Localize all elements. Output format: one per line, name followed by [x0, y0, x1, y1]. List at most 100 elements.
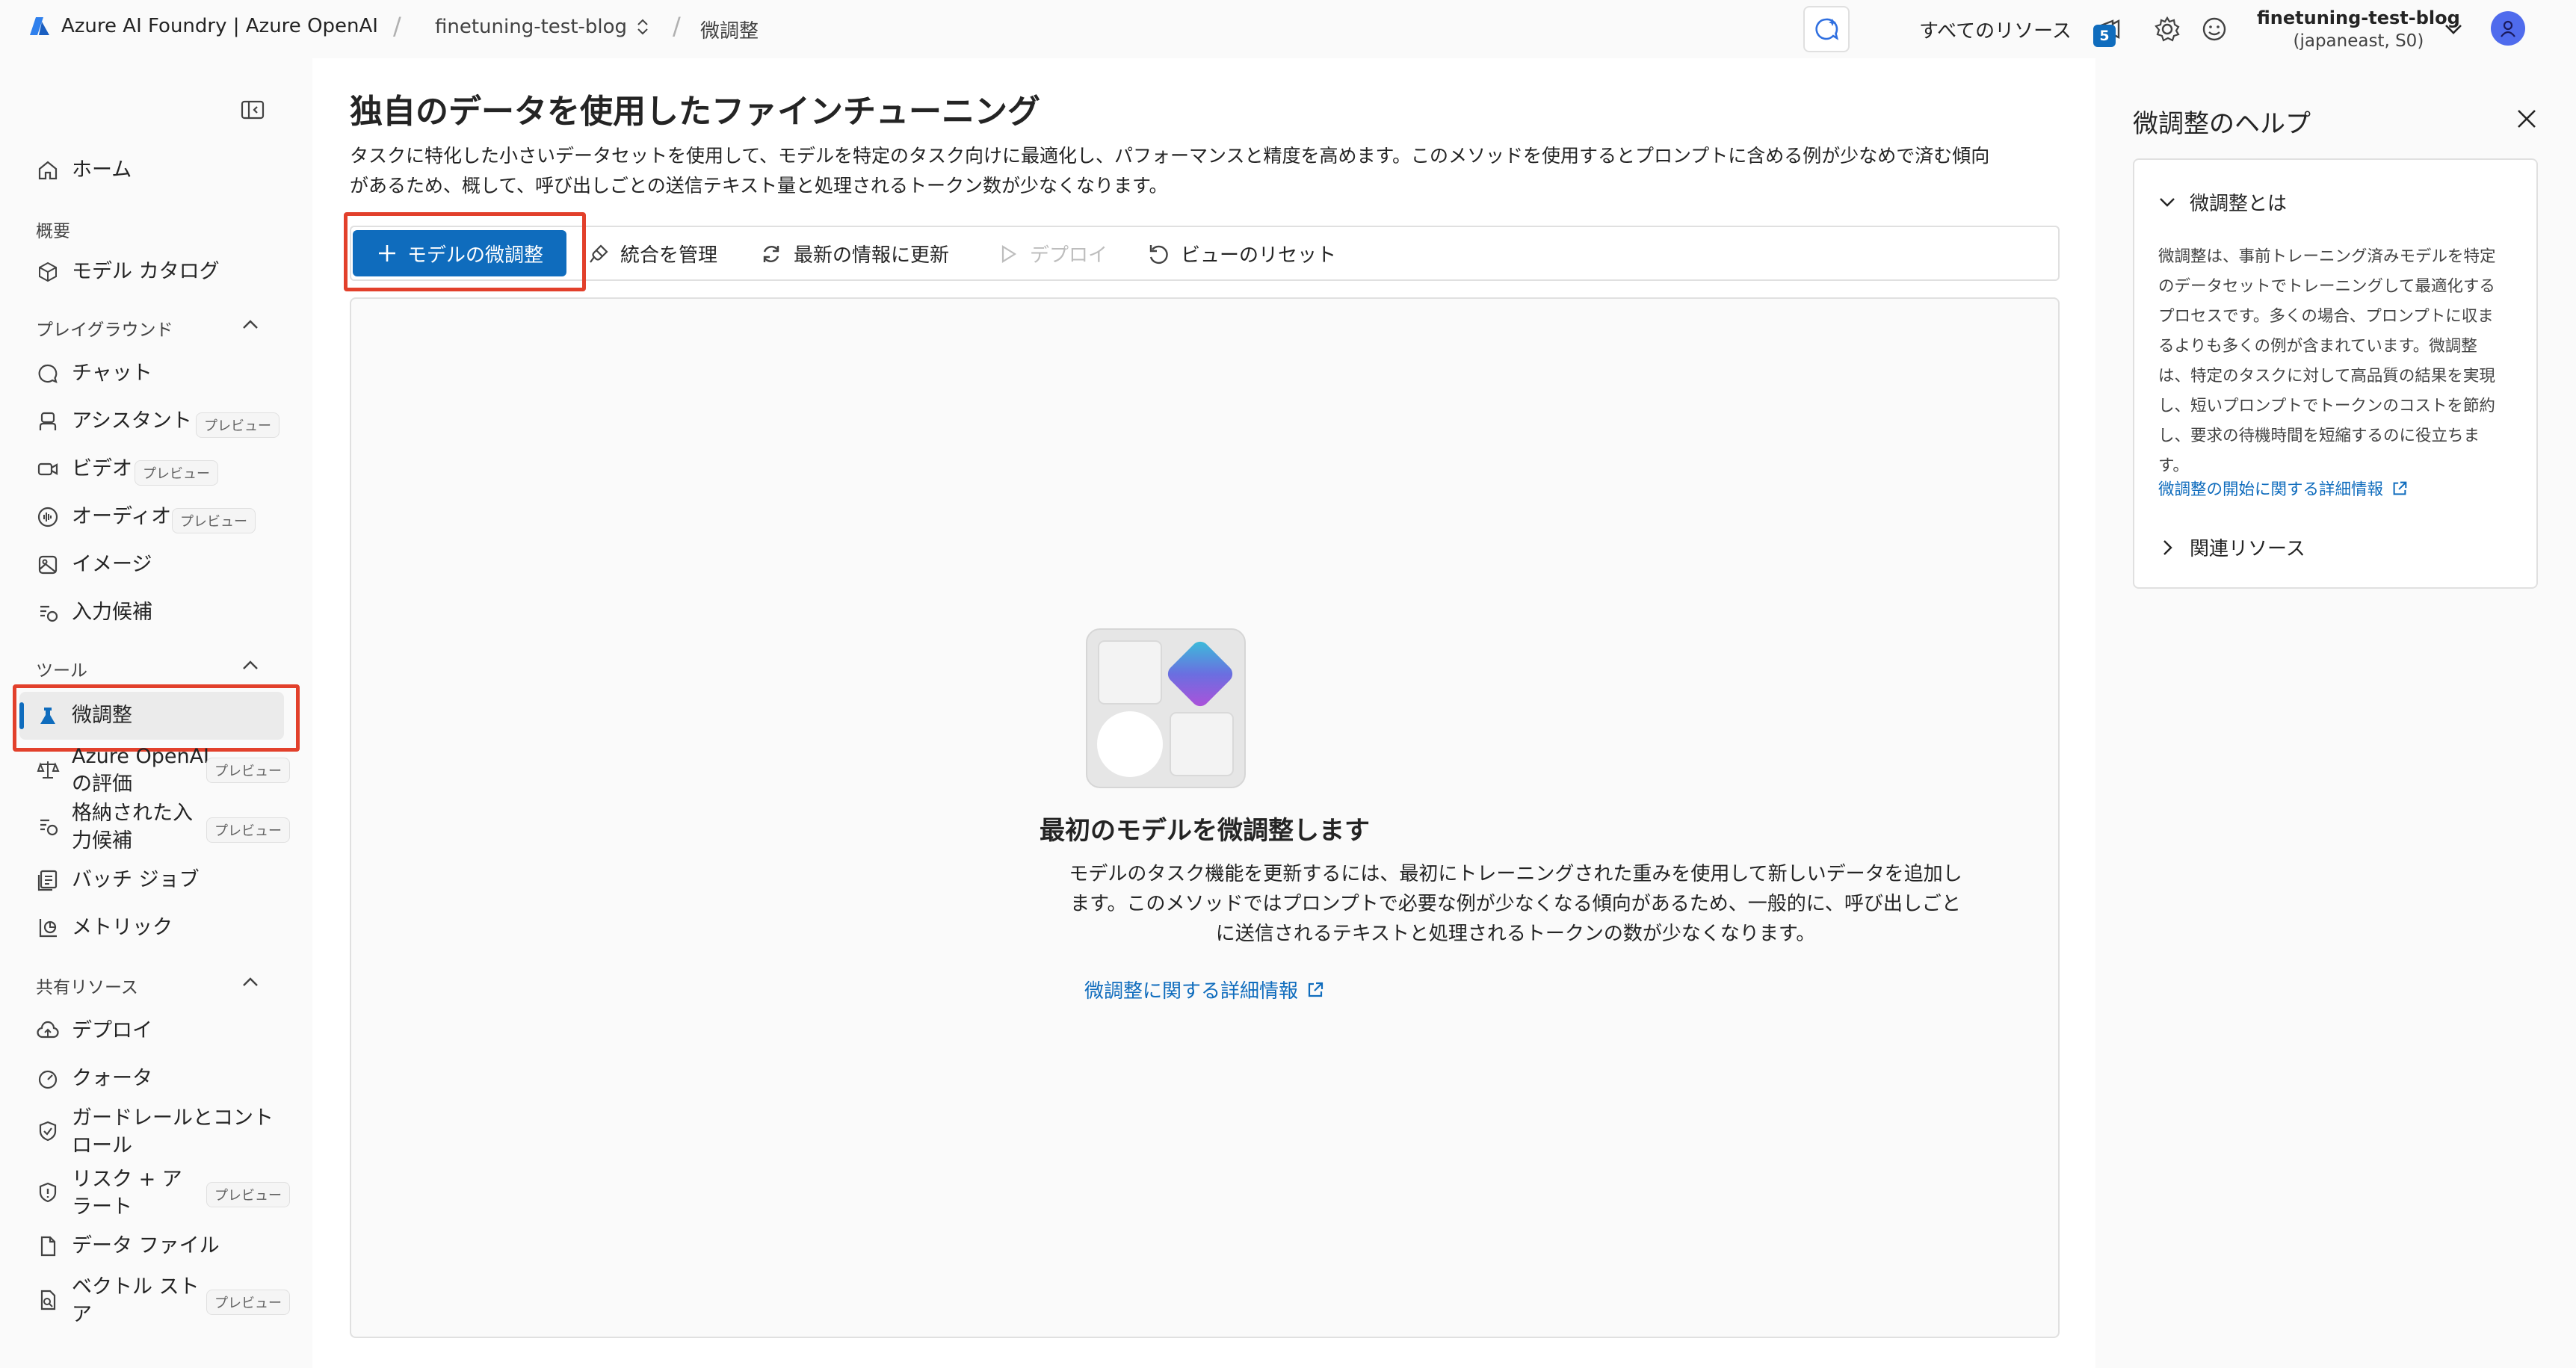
chevron-up-down-icon — [636, 17, 649, 37]
collapse-sidebar-icon[interactable] — [240, 97, 265, 123]
sidebar-item-label: 入力候補 — [72, 601, 152, 624]
accordion-what-is-finetune[interactable]: 微調整とは — [2157, 188, 2287, 216]
sidebar-item-label: ベクトル ストア — [72, 1275, 200, 1326]
quota-icon — [33, 1064, 63, 1094]
accordion-label: 微調整とは — [2190, 193, 2288, 215]
top-bar: Azure AI Foundry | Azure OpenAI / finetu… — [0, 0, 2576, 58]
preview-badge: プレビュー — [206, 1290, 290, 1315]
page-title: 独自のデータを使用したファインチューニング — [350, 93, 1040, 131]
image-icon — [33, 550, 63, 580]
chevron-down-icon — [2157, 192, 2178, 213]
sidebar-item-guardrails[interactable]: ガードレールとコント ロール — [33, 1104, 281, 1160]
gear-icon[interactable] — [2153, 15, 2181, 43]
sidebar-item-risk-alerts[interactable]: リスク + アラート — [33, 1166, 221, 1221]
sidebar-item-label: リスク + アラート — [72, 1168, 182, 1219]
sidebar-item-model-catalog[interactable]: モデル カタログ — [33, 257, 220, 287]
vector-store-icon — [33, 1285, 63, 1315]
metrics-icon — [33, 913, 63, 943]
breadcrumb-separator: / — [673, 12, 681, 40]
sidebar-item-evaluation[interactable]: Azure OpenAI の評価 — [33, 743, 221, 798]
sidebar-item-label: 格納された入 力候補 — [72, 802, 193, 852]
brand[interactable]: Azure AI Foundry | Azure OpenAI — [28, 15, 378, 37]
preview-badge: プレビュー — [196, 412, 279, 438]
reset-view-button[interactable]: ビューのリセット — [1146, 240, 1336, 267]
sidebar-item-label: バッチ ジョブ — [72, 868, 200, 891]
all-resources-link[interactable]: すべてのリソース — [1919, 16, 2072, 43]
chevron-up-icon[interactable] — [239, 971, 262, 994]
batch-icon — [33, 865, 63, 895]
chevron-right-icon — [2157, 537, 2178, 558]
section-header-overview: 概要 — [36, 222, 70, 241]
sidebar-item-label: デプロイ — [72, 1019, 152, 1042]
sidebar-item-audio[interactable]: オーディオ — [33, 502, 171, 532]
sidebar-item-image[interactable]: イメージ — [33, 550, 152, 580]
sidebar-item-video[interactable]: ビデオ — [33, 454, 132, 484]
project-switcher[interactable]: finetuning-test-blog (japaneast, S0) — [2257, 7, 2460, 51]
sidebar-item-label: モデル カタログ — [72, 260, 220, 283]
project-region: (japaneast, S0) — [2293, 31, 2424, 51]
help-learn-more-link[interactable]: 微調整の開始に関する詳細情報 — [2158, 477, 2409, 500]
sidebar-item-vector-stores[interactable]: ベクトル ストア — [33, 1273, 221, 1328]
chevron-down-icon[interactable] — [2442, 18, 2465, 40]
play-icon — [997, 243, 1019, 265]
shield-icon — [33, 1116, 63, 1146]
chat-icon — [33, 359, 63, 389]
close-icon[interactable] — [2514, 106, 2539, 131]
bot-icon — [33, 406, 63, 436]
sidebar-item-stored-completions[interactable]: 格納された入 力候補 — [33, 799, 221, 855]
section-header-shared: 共有リソース — [36, 978, 138, 997]
sidebar-item-label: ホーム — [72, 158, 132, 182]
preview-badge: プレビュー — [172, 508, 256, 533]
scale-icon — [33, 755, 63, 784]
data-file-icon — [33, 1231, 63, 1261]
sidebar-item-home[interactable]: ホーム — [33, 155, 132, 185]
accordion-related-resources[interactable]: 関連リソース — [2157, 533, 2305, 561]
home-icon — [33, 155, 63, 185]
sidebar-item-label: ビデオ — [72, 457, 132, 480]
learn-more-label: 微調整に関する詳細情報 — [1084, 980, 1298, 1003]
breadcrumb-project-label: finetuning-test-blog — [435, 16, 628, 38]
sidebar: ホーム 概要 モデル カタログ プレイグラウンド チャット アシスタント プレビ… — [0, 58, 312, 1368]
feedback-smile-icon[interactable] — [2200, 15, 2228, 43]
sidebar-item-metrics[interactable]: メトリック — [33, 913, 173, 943]
sidebar-item-batch-jobs[interactable]: バッチ ジョブ — [33, 865, 200, 895]
sidebar-item-label: イメージ — [72, 553, 152, 576]
sidebar-item-data-files[interactable]: データ ファイル — [33, 1231, 220, 1261]
manage-integrations-label: 統合を管理 — [620, 244, 718, 267]
help-panel-title: 微調整のヘルプ — [2133, 109, 2311, 139]
sidebar-item-chat[interactable]: チャット — [33, 359, 152, 389]
sidebar-item-label: チャット — [72, 362, 152, 385]
brand-title: Azure AI Foundry | Azure OpenAI — [61, 15, 378, 37]
help-body-text: 微調整は、事前トレーニング済みモデルを特定 のデータセットでトレーニングして最適… — [2158, 247, 2496, 475]
plug-icon — [587, 243, 610, 265]
manage-integrations-button[interactable]: 統合を管理 — [587, 240, 717, 267]
empty-state-illustration — [1084, 626, 1248, 793]
breadcrumb-project[interactable]: finetuning-test-blog — [435, 16, 649, 38]
preview-badge: プレビュー — [206, 817, 290, 843]
sidebar-item-label: アシスタント — [72, 409, 192, 433]
avatar[interactable] — [2491, 11, 2525, 46]
sidebar-item-assistant[interactable]: アシスタント — [33, 406, 192, 436]
breadcrumb-current: 微調整 — [700, 16, 759, 43]
project-name: finetuning-test-blog — [2257, 7, 2460, 28]
sidebar-item-label: Azure OpenAI の評価 — [72, 745, 210, 796]
refresh-label: 最新の情報に更新 — [794, 244, 950, 267]
refresh-button[interactable]: 最新の情報に更新 — [759, 240, 949, 267]
chevron-up-icon[interactable] — [239, 314, 262, 336]
sidebar-item-label: クォータ — [72, 1067, 152, 1090]
preview-badge: プレビュー — [135, 460, 218, 486]
chevron-up-icon[interactable] — [239, 654, 262, 677]
breadcrumb-current-label: 微調整 — [700, 20, 759, 43]
deploy-button[interactable]: デプロイ — [997, 240, 1108, 267]
help-card: 微調整とは 微調整は、事前トレーニング済みモデルを特定 のデータセットでトレーニ… — [2133, 158, 2538, 589]
copilot-chat-button[interactable] — [1803, 6, 1850, 52]
breadcrumb-separator: / — [393, 12, 401, 40]
sidebar-item-deploy[interactable]: デプロイ — [33, 1016, 152, 1046]
azure-logo-icon — [28, 15, 51, 37]
learn-more-link[interactable]: 微調整に関する詳細情報 — [350, 976, 2060, 1003]
sidebar-item-completions[interactable]: 入力候補 — [33, 598, 152, 628]
sidebar-item-quota[interactable]: クォータ — [33, 1064, 152, 1094]
preview-badge: プレビュー — [206, 1182, 290, 1207]
alert-icon — [33, 1177, 63, 1207]
annotation-highlight-box — [344, 212, 586, 291]
